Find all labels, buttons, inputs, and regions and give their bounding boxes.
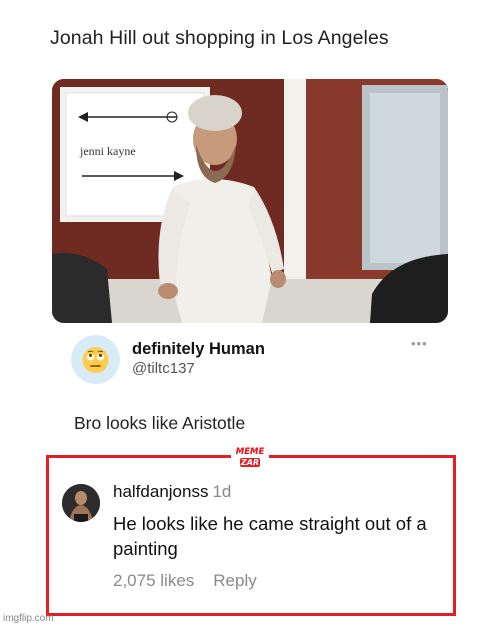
comment-meta: 2,075 likes Reply — [113, 571, 257, 591]
avatar[interactable] — [71, 335, 120, 384]
comment-text: He looks like he came straight out of a … — [113, 513, 427, 559]
memezar-watermark: MEME ZAR — [231, 448, 269, 470]
tweet-text: Bro looks like Aristotle — [74, 413, 246, 433]
display-name[interactable]: definitely Human — [132, 340, 265, 359]
watermark-line-1: MEME — [235, 447, 265, 457]
comment-username[interactable]: halfdanjonss — [113, 482, 208, 501]
comment-header: halfdanjonss 1d — [113, 482, 231, 502]
imgflip-credit: imgflip.com — [3, 613, 54, 624]
tweet-author[interactable]: definitely Human @tiltc137 ••• — [71, 335, 436, 385]
watermark-line-2: ZAR — [240, 458, 260, 467]
more-horizontal-icon[interactable]: ••• — [411, 336, 428, 351]
eye-roll-emoji-icon — [82, 347, 109, 373]
post-headline: Jonah Hill out shopping in Los Angeles — [50, 27, 389, 49]
comment-time: 1d — [212, 482, 232, 501]
commenter-photo-icon — [62, 484, 100, 522]
reply-button[interactable]: Reply — [213, 571, 256, 590]
store-sign-text: jenni kayne — [79, 144, 136, 158]
news-photo: jenni kayne — [52, 79, 448, 323]
user-handle[interactable]: @tiltc137 — [132, 360, 195, 377]
comment-likes[interactable]: 2,075 likes — [113, 571, 194, 590]
commenter-avatar[interactable] — [62, 484, 100, 522]
